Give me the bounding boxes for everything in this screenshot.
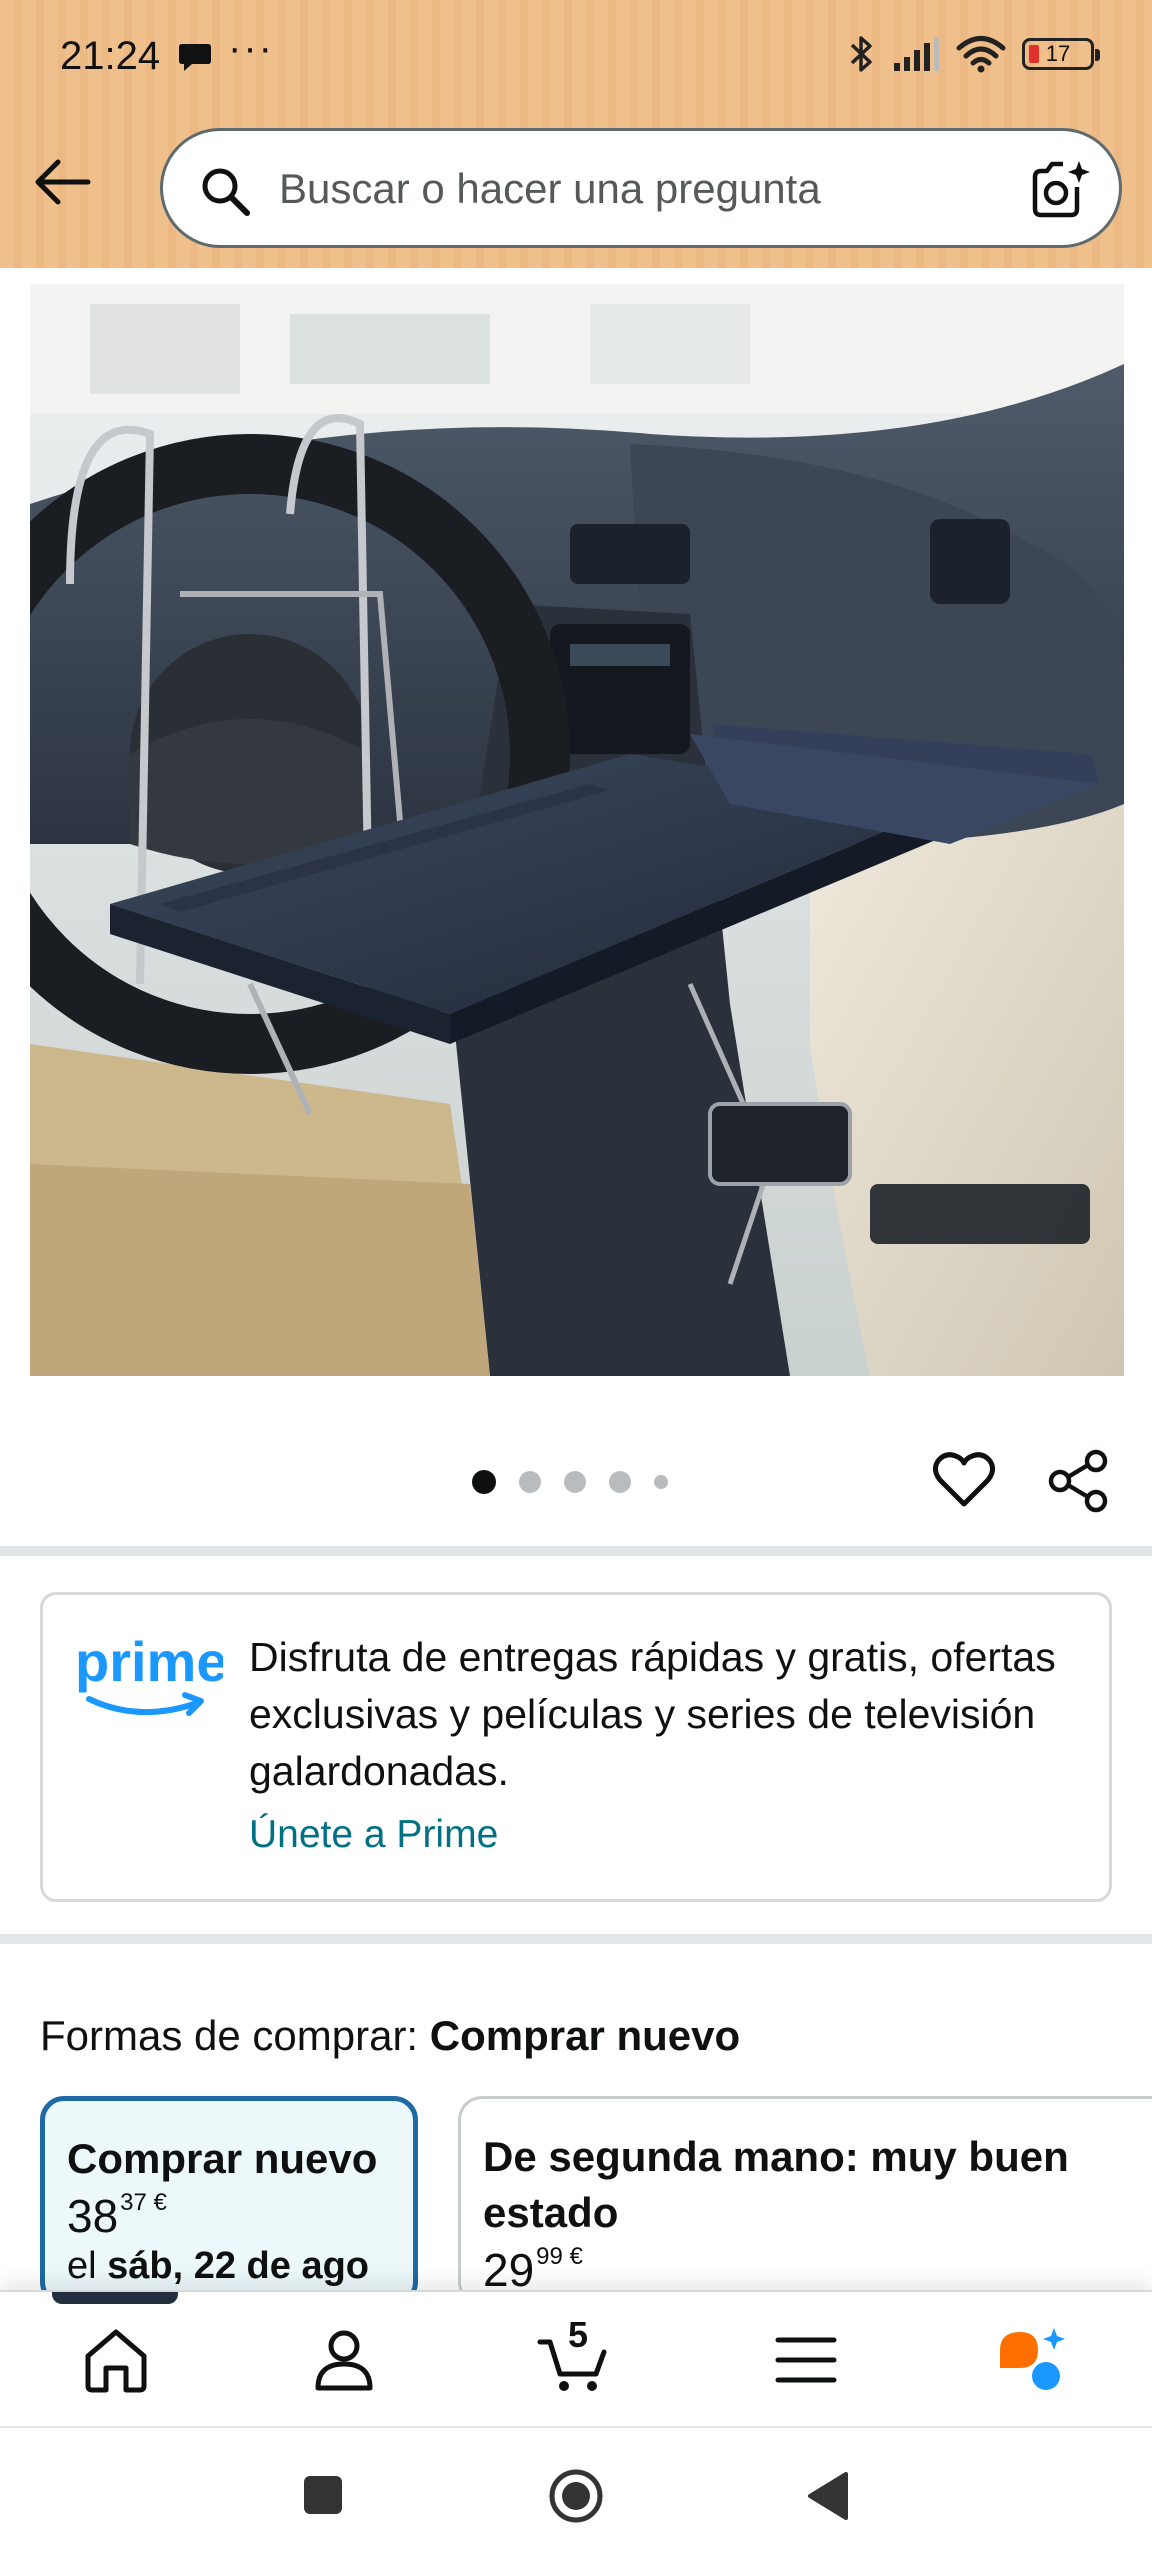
- heart-icon[interactable]: [932, 1448, 996, 1512]
- battery-level: 17: [1045, 41, 1071, 66]
- prime-promo-card[interactable]: prime Disfruta de entregas rápidas y gra…: [40, 1592, 1112, 1902]
- camera-search-icon[interactable]: [1027, 157, 1093, 223]
- back-button-icon[interactable]: [806, 2472, 850, 2520]
- bottom-nav-bar: 5: [0, 2290, 1152, 2426]
- buy-new-option-card[interactable]: Comprar nuevo 3837 € el sáb, 22 de ago: [40, 2096, 418, 2306]
- price-currency: €: [569, 2243, 583, 2270]
- buying-options-label: Formas de comprar: Comprar nuevo: [40, 2012, 740, 2060]
- share-icon[interactable]: [1046, 1448, 1112, 1514]
- product-image[interactable]: [30, 284, 1124, 1376]
- pagination-dot[interactable]: [654, 1475, 668, 1489]
- search-input[interactable]: Buscar o hacer una pregunta: [160, 128, 1122, 248]
- status-bar: 21:24 ··· 17: [0, 0, 1152, 112]
- buying-options-selected: Comprar nuevo: [429, 2012, 741, 2059]
- buy-new-title: Comprar nuevo: [67, 2135, 378, 2182]
- recent-apps-icon[interactable]: [302, 2474, 344, 2516]
- pagination-dot[interactable]: [609, 1471, 631, 1493]
- status-time: 21:24: [60, 34, 161, 78]
- buy-used-title: De segunda mano: muy buen estado: [483, 2129, 1069, 2241]
- back-arrow-icon[interactable]: [30, 150, 94, 214]
- buy-new-price: 3837 €: [67, 2189, 167, 2243]
- buy-used-title-line2: estado: [483, 2189, 619, 2236]
- status-icons: 17: [848, 34, 1100, 74]
- pagination-dot[interactable]: [519, 1471, 541, 1493]
- image-pagination[interactable]: [472, 1470, 668, 1494]
- wifi-icon: [956, 36, 1006, 73]
- bluetooth-icon: [850, 36, 872, 72]
- price-fraction: 99: [536, 2243, 563, 2270]
- price-whole: 38: [67, 2190, 119, 2242]
- home-button-icon[interactable]: [548, 2468, 604, 2524]
- delivery-date: sáb, 22 de ago: [107, 2245, 370, 2287]
- rufus-icon[interactable]: [994, 2322, 1070, 2398]
- menu-icon[interactable]: [768, 2322, 844, 2398]
- status-more-icon: ···: [228, 26, 274, 70]
- section-divider: [0, 1934, 1152, 1944]
- cart-count: 5: [568, 2314, 589, 2355]
- message-icon: [179, 44, 211, 71]
- search-placeholder: Buscar o hacer una pregunta: [279, 165, 821, 212]
- prime-logo: prime: [75, 1635, 223, 1716]
- price-whole: 29: [483, 2244, 535, 2296]
- delivery-prefix: el: [67, 2245, 97, 2287]
- buy-used-title-line1: De segunda mano: muy buen: [483, 2133, 1069, 2180]
- buy-used-price: 2999 €: [483, 2243, 583, 2297]
- app-header: 21:24 ··· 17 Buscar o hacer una pregunta: [0, 0, 1152, 268]
- price-currency: €: [153, 2189, 167, 2216]
- buy-used-option-card[interactable]: De segunda mano: muy buen estado 2999 €: [458, 2096, 1152, 2306]
- buy-new-delivery: el sáb, 22 de ago: [67, 2245, 369, 2288]
- nav-active-indicator: [52, 2292, 178, 2304]
- search-icon: [202, 168, 250, 216]
- product-photo: [30, 284, 1124, 1376]
- svg-text:prime: prime: [75, 1635, 223, 1693]
- account-icon[interactable]: [306, 2322, 382, 2398]
- section-divider: [0, 1546, 1152, 1556]
- buying-options-prefix: Formas de comprar:: [40, 2012, 419, 2059]
- home-icon[interactable]: [78, 2322, 154, 2398]
- battery-icon: 17: [1022, 38, 1100, 70]
- join-prime-link[interactable]: Únete a Prime: [249, 1813, 498, 1857]
- pagination-dot[interactable]: [564, 1471, 586, 1493]
- price-fraction: 37: [120, 2189, 147, 2216]
- signal-icon: [894, 37, 939, 71]
- prime-description: Disfruta de entregas rápidas y gratis, o…: [249, 1634, 1056, 1794]
- pagination-dot-active[interactable]: [472, 1470, 496, 1494]
- system-nav-bar: [0, 2426, 1152, 2560]
